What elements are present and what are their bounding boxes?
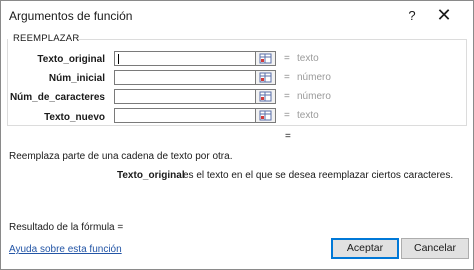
title-bar[interactable]: Argumentos de función ? ✕ xyxy=(1,1,473,31)
argument-description-name: Texto_original xyxy=(117,170,185,181)
range-selector-button[interactable] xyxy=(256,51,276,66)
collapse-range-icon xyxy=(259,72,272,83)
group-border-top xyxy=(77,39,466,40)
arg-type-hint: número xyxy=(297,91,331,102)
collapse-range-icon xyxy=(259,91,272,102)
arg-input-num-inicial[interactable] xyxy=(114,70,256,85)
arg-type-hint: texto xyxy=(297,53,319,64)
help-link[interactable]: Ayuda sobre esta función xyxy=(9,244,122,255)
arg-input-texto-nuevo[interactable] xyxy=(114,108,256,123)
arg-eq: = xyxy=(284,53,290,64)
range-selector-button[interactable] xyxy=(256,108,276,123)
arg-type-hint: texto xyxy=(297,110,319,121)
arg-type-hint: número xyxy=(297,72,331,83)
close-button[interactable]: ✕ xyxy=(433,5,455,27)
function-description: Reemplaza parte de una cadena de texto p… xyxy=(9,151,233,162)
collapse-range-icon xyxy=(259,110,272,121)
text-caret xyxy=(118,54,119,64)
argument-description-text: es el texto en el que se desea reemplaza… xyxy=(183,170,454,181)
collapse-range-icon xyxy=(259,53,272,64)
help-button[interactable]: ? xyxy=(401,5,423,27)
arg-label-texto-original: Texto_original xyxy=(37,54,105,65)
arg-input-texto-original[interactable] xyxy=(114,51,256,66)
function-name: REEMPLAZAR xyxy=(13,33,80,44)
arg-label-texto-nuevo: Texto_nuevo xyxy=(44,112,105,123)
function-result-eq: = xyxy=(285,131,291,142)
arg-eq: = xyxy=(284,72,290,83)
formula-result: Resultado de la fórmula = xyxy=(9,222,124,233)
arg-eq: = xyxy=(284,110,290,121)
range-selector-button[interactable] xyxy=(256,70,276,85)
arg-label-num-inicial: Núm_inicial xyxy=(48,73,105,84)
dialog-title: Argumentos de función xyxy=(9,9,133,23)
accept-button[interactable]: Aceptar xyxy=(331,238,399,259)
arg-label-num-de-caracteres: Núm_de_caracteres xyxy=(9,92,105,103)
range-selector-button[interactable] xyxy=(256,89,276,104)
function-arguments-dialog: Argumentos de función ? ✕ REEMPLAZAR Tex… xyxy=(0,0,474,270)
arg-input-num-de-caracteres[interactable] xyxy=(114,89,256,104)
arg-eq: = xyxy=(284,91,290,102)
cancel-button[interactable]: Cancelar xyxy=(401,238,469,259)
